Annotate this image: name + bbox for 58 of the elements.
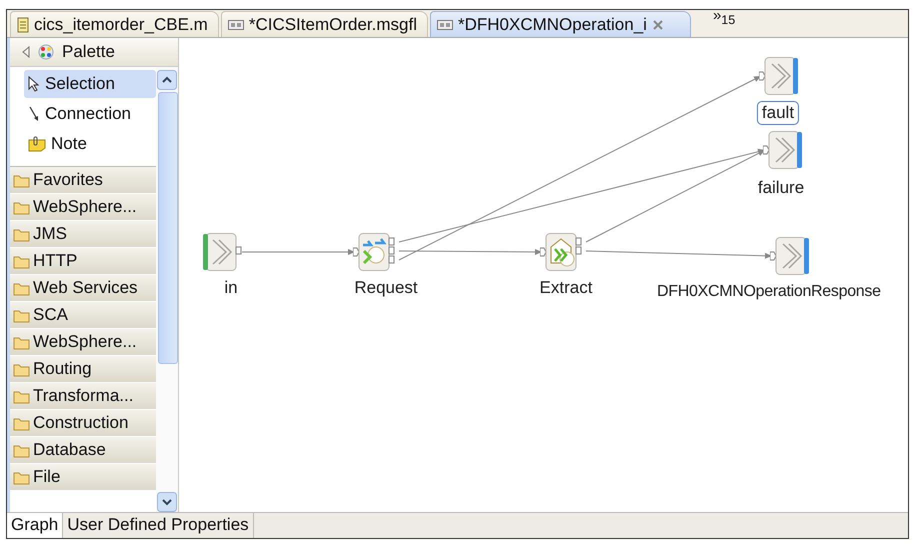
- scroll-up-icon: [157, 70, 177, 90]
- editor-tab[interactable]: cics_itemorder_CBE.m: [10, 11, 219, 37]
- scroll-down-icon: [157, 492, 177, 512]
- folder-icon: [13, 442, 31, 458]
- envelope-node-icon[interactable]: [540, 233, 582, 271]
- folder-icon: [13, 362, 31, 376]
- palette-drawer[interactable]: Transforma...: [10, 383, 156, 410]
- node-label[interactable]: DFH0XCMNOperationResponse: [657, 282, 881, 302]
- node-label[interactable]: failure: [754, 177, 808, 199]
- folder-icon: [13, 200, 31, 214]
- folder-icon: [13, 172, 31, 188]
- output-node-icon[interactable]: [770, 237, 812, 275]
- collapse-arrow-icon: [22, 46, 30, 58]
- input-node-icon[interactable]: [200, 233, 242, 271]
- folder-icon: [13, 308, 31, 322]
- pointer-icon: [28, 76, 40, 92]
- palette-drawer[interactable]: SCA: [10, 302, 156, 329]
- flow-icon: [436, 18, 453, 30]
- output-node-icon[interactable]: [759, 57, 801, 95]
- node-label[interactable]: in: [220, 277, 242, 299]
- palette-title: Palette: [62, 42, 115, 62]
- palette-drawer[interactable]: WebSphere...: [10, 329, 156, 356]
- compute-node-icon[interactable]: [353, 233, 395, 271]
- palette-drawer[interactable]: JMS: [10, 221, 156, 248]
- note-icon: [28, 136, 46, 152]
- palette-tool[interactable]: Selection: [24, 70, 156, 98]
- editor-tab[interactable]: *DFH0XCMNOperation_i: [430, 11, 691, 37]
- palette-drawer[interactable]: Construction: [10, 410, 156, 437]
- folder-icon: [13, 226, 31, 242]
- scrollbar-thumb[interactable]: [158, 92, 178, 364]
- folder-icon: [13, 470, 31, 484]
- palette-drawer[interactable]: File: [10, 464, 156, 491]
- palette-drawer[interactable]: Web Services: [10, 275, 156, 302]
- more-tabs-button[interactable]: »$_{15}$: [712, 7, 736, 27]
- folder-icon: [13, 334, 31, 350]
- flow-icon: [228, 18, 244, 30]
- folder-icon: [13, 254, 31, 268]
- palette-drawer[interactable]: Favorites: [10, 167, 156, 194]
- palette-tool[interactable]: Connection: [24, 100, 156, 128]
- editor-tab[interactable]: *CICSItemOrder.msgfl: [220, 11, 428, 37]
- output-node-icon[interactable]: [763, 131, 805, 169]
- node-label[interactable]: Request: [350, 277, 422, 299]
- file-icon: [17, 16, 29, 32]
- palette-drawer[interactable]: HTTP: [10, 248, 156, 275]
- palette-drawer[interactable]: Database: [10, 437, 156, 464]
- folder-icon: [13, 280, 31, 296]
- folder-icon: [13, 388, 31, 404]
- palette-drawer[interactable]: WebSphere...: [10, 194, 156, 221]
- arrow-icon: [28, 106, 40, 122]
- close-icon[interactable]: [652, 18, 664, 30]
- palette-icon: [38, 44, 54, 60]
- folder-icon: [13, 416, 31, 430]
- palette-drawer[interactable]: Routing: [10, 356, 156, 383]
- node-label[interactable]: fault: [756, 101, 800, 125]
- page-tab[interactable]: User Defined Properties: [63, 513, 254, 538]
- node-label[interactable]: Extract: [536, 277, 596, 299]
- page-tab[interactable]: Graph: [7, 513, 64, 538]
- palette-tool[interactable]: Note: [24, 130, 156, 158]
